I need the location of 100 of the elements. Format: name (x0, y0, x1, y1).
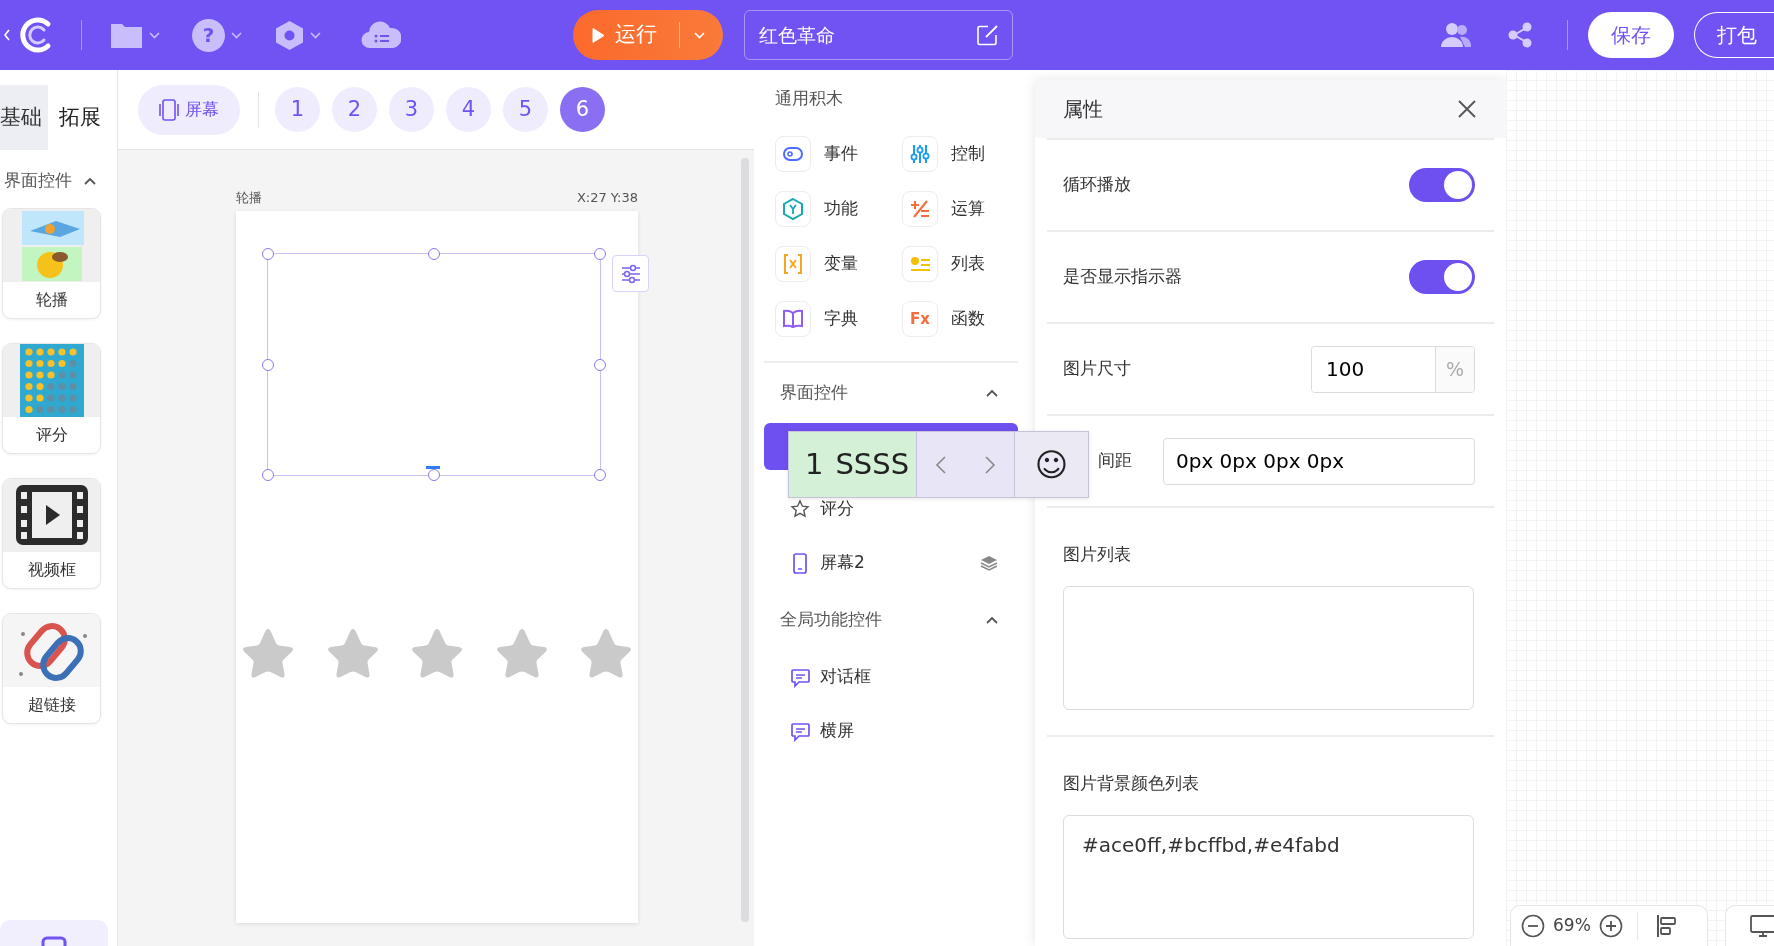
page-tab[interactable]: 3 (389, 87, 434, 132)
users-icon[interactable] (1441, 22, 1471, 48)
toggle-switch[interactable] (1409, 168, 1475, 202)
component-item[interactable]: 横屏 (764, 704, 1018, 758)
project-name-field[interactable]: 红色革命 (744, 10, 1013, 60)
number-field[interactable]: 100 % (1311, 345, 1475, 393)
monitor-icon (1750, 914, 1774, 938)
widget-card[interactable]: 轮播 (2, 207, 101, 319)
card-label: 评分 (34, 423, 69, 446)
project-name-input[interactable]: 红色革命 (757, 19, 976, 51)
sliders-icon (908, 142, 932, 166)
page-tab[interactable]: 4 (446, 87, 491, 132)
field-label: 是否显示指示器 (1063, 265, 1182, 289)
resize-handle[interactable] (594, 248, 606, 260)
screen-button[interactable]: 屏幕 (138, 84, 240, 135)
zoom-out-button[interactable] (1521, 914, 1545, 938)
page-tab[interactable]: 2 (332, 87, 377, 132)
edit-icon[interactable] (976, 23, 1000, 47)
component-item[interactable]: 对话框 (764, 650, 1018, 704)
previous-button[interactable] (935, 454, 948, 475)
resize-handle[interactable] (262, 469, 274, 481)
bracket-x-icon (781, 252, 805, 276)
widget-card[interactable]: 评分 (2, 342, 101, 454)
caret-icon (310, 31, 321, 39)
next-button[interactable] (983, 454, 996, 475)
layers-icon (980, 555, 998, 571)
block-category[interactable]: 字典 (775, 301, 902, 337)
chevron-left-icon[interactable] (3, 29, 11, 41)
text-area[interactable]: #ace0ff,#bcffbd,#e4fabd (1063, 814, 1474, 939)
play-icon (591, 26, 605, 44)
widget-card[interactable]: 视频框 (2, 477, 101, 589)
phone-icon (159, 98, 179, 121)
field-label: 图片尺寸 (1063, 357, 1131, 381)
share-icon[interactable] (1507, 22, 1533, 48)
save-button[interactable]: 保存 (1588, 12, 1674, 58)
settings-button[interactable] (612, 255, 649, 292)
field-label: 图片背景颜色列表 (1063, 772, 1200, 795)
section-title: 通用积木 (774, 87, 844, 110)
preview-button[interactable] (1750, 914, 1774, 938)
coordinates-label: X:27 Y:38 (576, 189, 638, 207)
group-title: 界面控件 (780, 381, 848, 405)
text-field[interactable]: 0px 0px 0px 0px (1163, 437, 1475, 485)
carousel-indicator (426, 466, 440, 469)
zoom-in-button[interactable] (1598, 914, 1623, 938)
component-item[interactable]: 屏幕2 (764, 536, 1018, 590)
sliders-icon (619, 262, 642, 285)
fx-icon: Fx (910, 307, 930, 331)
align-left-icon (1655, 914, 1678, 938)
chat-icon (790, 666, 810, 688)
chevron-right-icon (983, 454, 996, 475)
cloud-icon[interactable] (361, 21, 401, 49)
chat-icon (790, 720, 810, 742)
page-tab[interactable]: 1 (275, 87, 320, 132)
component-item[interactable]: 评分 (764, 482, 1018, 536)
block-category[interactable]: 事件 (775, 136, 902, 172)
block-category[interactable]: 列表 (902, 246, 1029, 282)
caret-up-icon[interactable] (84, 176, 96, 185)
block-category[interactable]: 变量 (775, 246, 902, 282)
hexagon-icon (781, 197, 805, 221)
slide-text: SSSS (835, 445, 910, 483)
field-label: 间距 (1098, 449, 1132, 473)
resize-handle[interactable] (594, 469, 606, 481)
block-category[interactable]: 运算 (902, 191, 1029, 227)
block-category[interactable]: 功能 (775, 191, 902, 227)
page-tab[interactable]: 6 (560, 87, 605, 132)
emoji-button[interactable]: ☺ (1015, 432, 1088, 497)
close-icon (1458, 100, 1476, 118)
resize-handle[interactable] (262, 358, 274, 371)
zoom-level: 69% (1553, 914, 1591, 938)
caret-icon (231, 31, 242, 39)
component-label: 轮播 (236, 189, 262, 207)
folder-icon (110, 21, 143, 49)
resize-handle[interactable] (428, 469, 440, 481)
resize-handle[interactable] (594, 358, 606, 371)
caret-icon (149, 31, 160, 39)
panel-title: 属性 (1063, 96, 1103, 123)
caret-up-icon[interactable] (986, 616, 998, 624)
resize-handle[interactable] (262, 248, 274, 260)
folder-menu-button[interactable] (110, 21, 160, 49)
resize-handle[interactable] (428, 248, 440, 260)
sidebar-tab[interactable]: 基础 (0, 85, 48, 150)
toggle-switch[interactable] (1409, 260, 1475, 294)
chevron-left-icon (935, 454, 948, 475)
scrollbar[interactable] (741, 158, 749, 922)
field-label: 循环播放 (1063, 173, 1131, 197)
hexagon-menu-button[interactable] (275, 19, 321, 51)
align-button[interactable] (1655, 914, 1678, 938)
phone-icon (790, 552, 810, 574)
caret-up-icon[interactable] (986, 389, 998, 397)
block-category[interactable]: Fx 函数 (902, 301, 1029, 337)
film-icon (14, 484, 89, 546)
widget-card[interactable]: 超链接 (2, 612, 101, 724)
minus-circle-icon (1521, 914, 1545, 938)
page-tab[interactable]: 5 (503, 87, 548, 132)
card-label: 超链接 (26, 693, 77, 716)
number-input[interactable]: 100 (1312, 346, 1436, 392)
block-category[interactable]: 控制 (902, 136, 1029, 172)
star-outline-icon (790, 498, 810, 520)
card-label: 视频框 (26, 558, 77, 581)
close-button[interactable] (1458, 100, 1476, 118)
